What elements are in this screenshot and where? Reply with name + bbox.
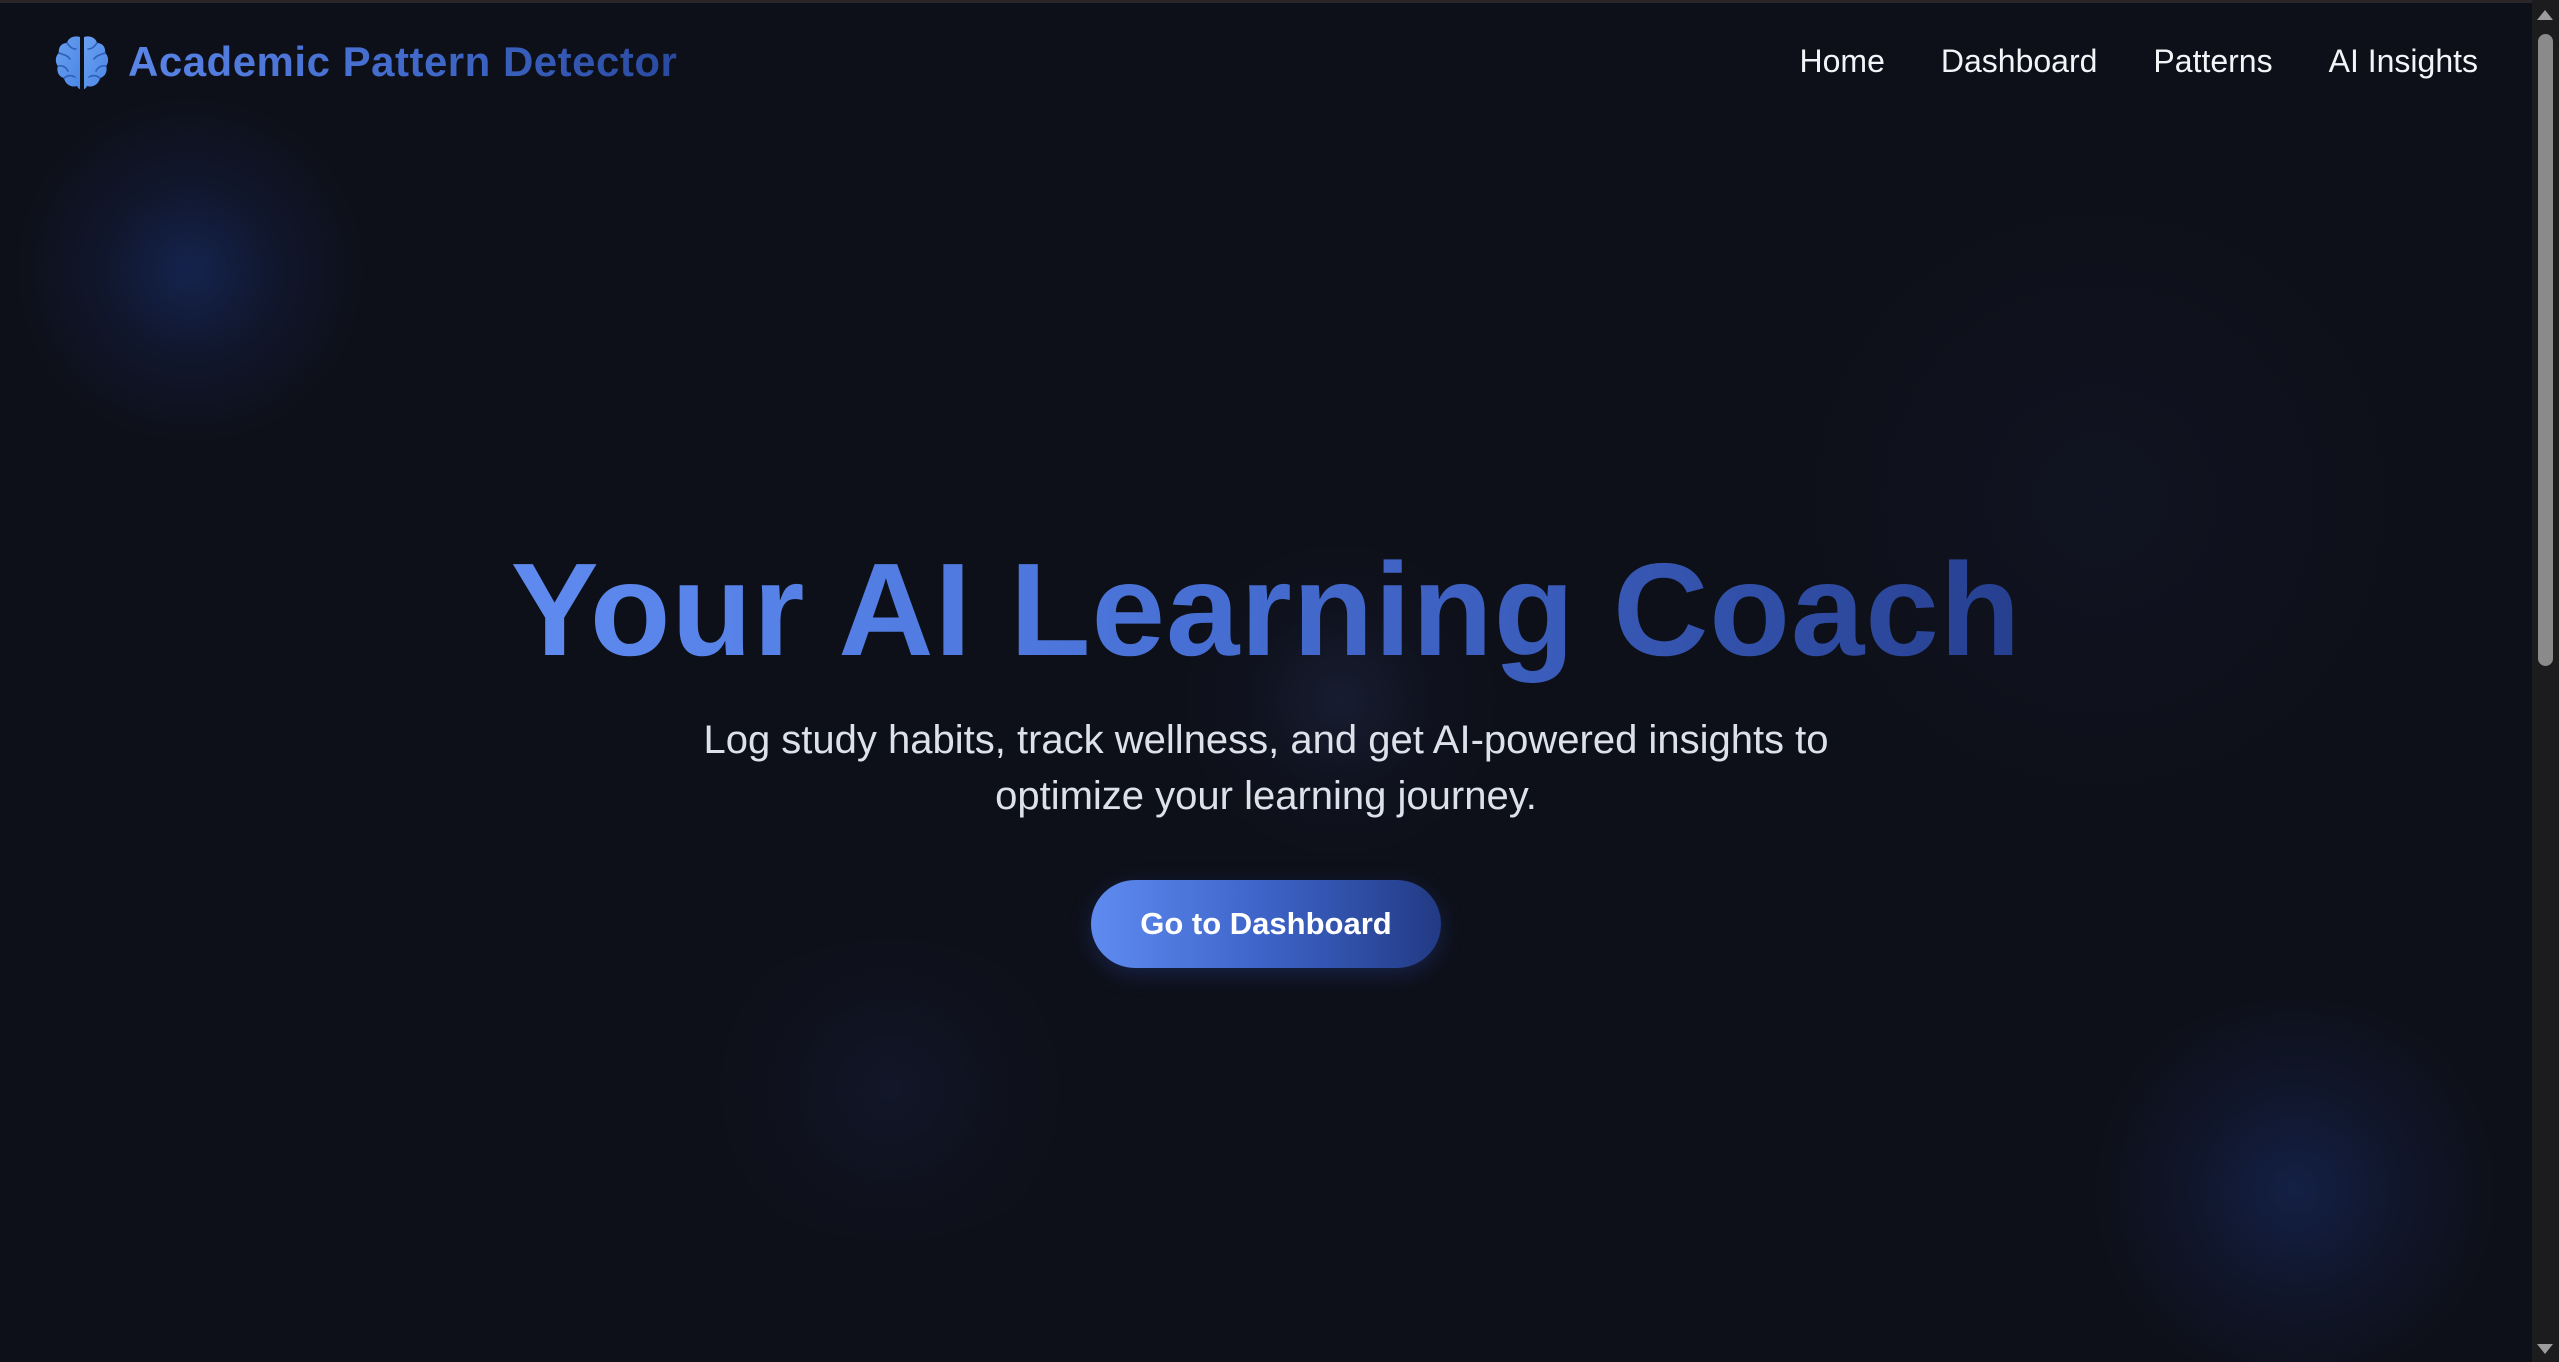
brain-icon	[55, 36, 109, 89]
vertical-scrollbar[interactable]	[2532, 0, 2559, 1362]
scroll-up-arrow-icon[interactable]	[2537, 10, 2553, 20]
hero-section: Your AI Learning Coach Log study habits,…	[0, 520, 2532, 968]
brand-title: Academic Pattern Detector	[128, 38, 678, 85]
brand-logo-link[interactable]: Academic Pattern Detector	[54, 33, 677, 91]
scroll-down-arrow-icon[interactable]	[2537, 1344, 2553, 1354]
nav-link-patterns[interactable]: Patterns	[2153, 43, 2272, 80]
hero-subtitle: Log study habits, track wellness, and ge…	[703, 718, 1829, 818]
nav-links: Home Dashboard Patterns AI Insights	[1800, 43, 2478, 80]
app-viewport: Academic Pattern Detector Home Dashboard…	[0, 0, 2559, 1362]
nav-link-dashboard[interactable]: Dashboard	[1941, 43, 2098, 80]
scrollbar-thumb[interactable]	[2538, 34, 2553, 666]
background-glow	[10, 100, 370, 440]
nav-link-ai-insights[interactable]: AI Insights	[2329, 43, 2478, 80]
background-glow	[690, 940, 1090, 1240]
hero-title: Your AI Learning Coach	[511, 520, 2022, 700]
nav-link-home[interactable]: Home	[1800, 43, 1885, 80]
top-navbar: Academic Pattern Detector Home Dashboard…	[0, 3, 2532, 123]
background-glow	[2080, 1000, 2510, 1362]
go-to-dashboard-button[interactable]: Go to Dashboard	[1091, 880, 1441, 968]
